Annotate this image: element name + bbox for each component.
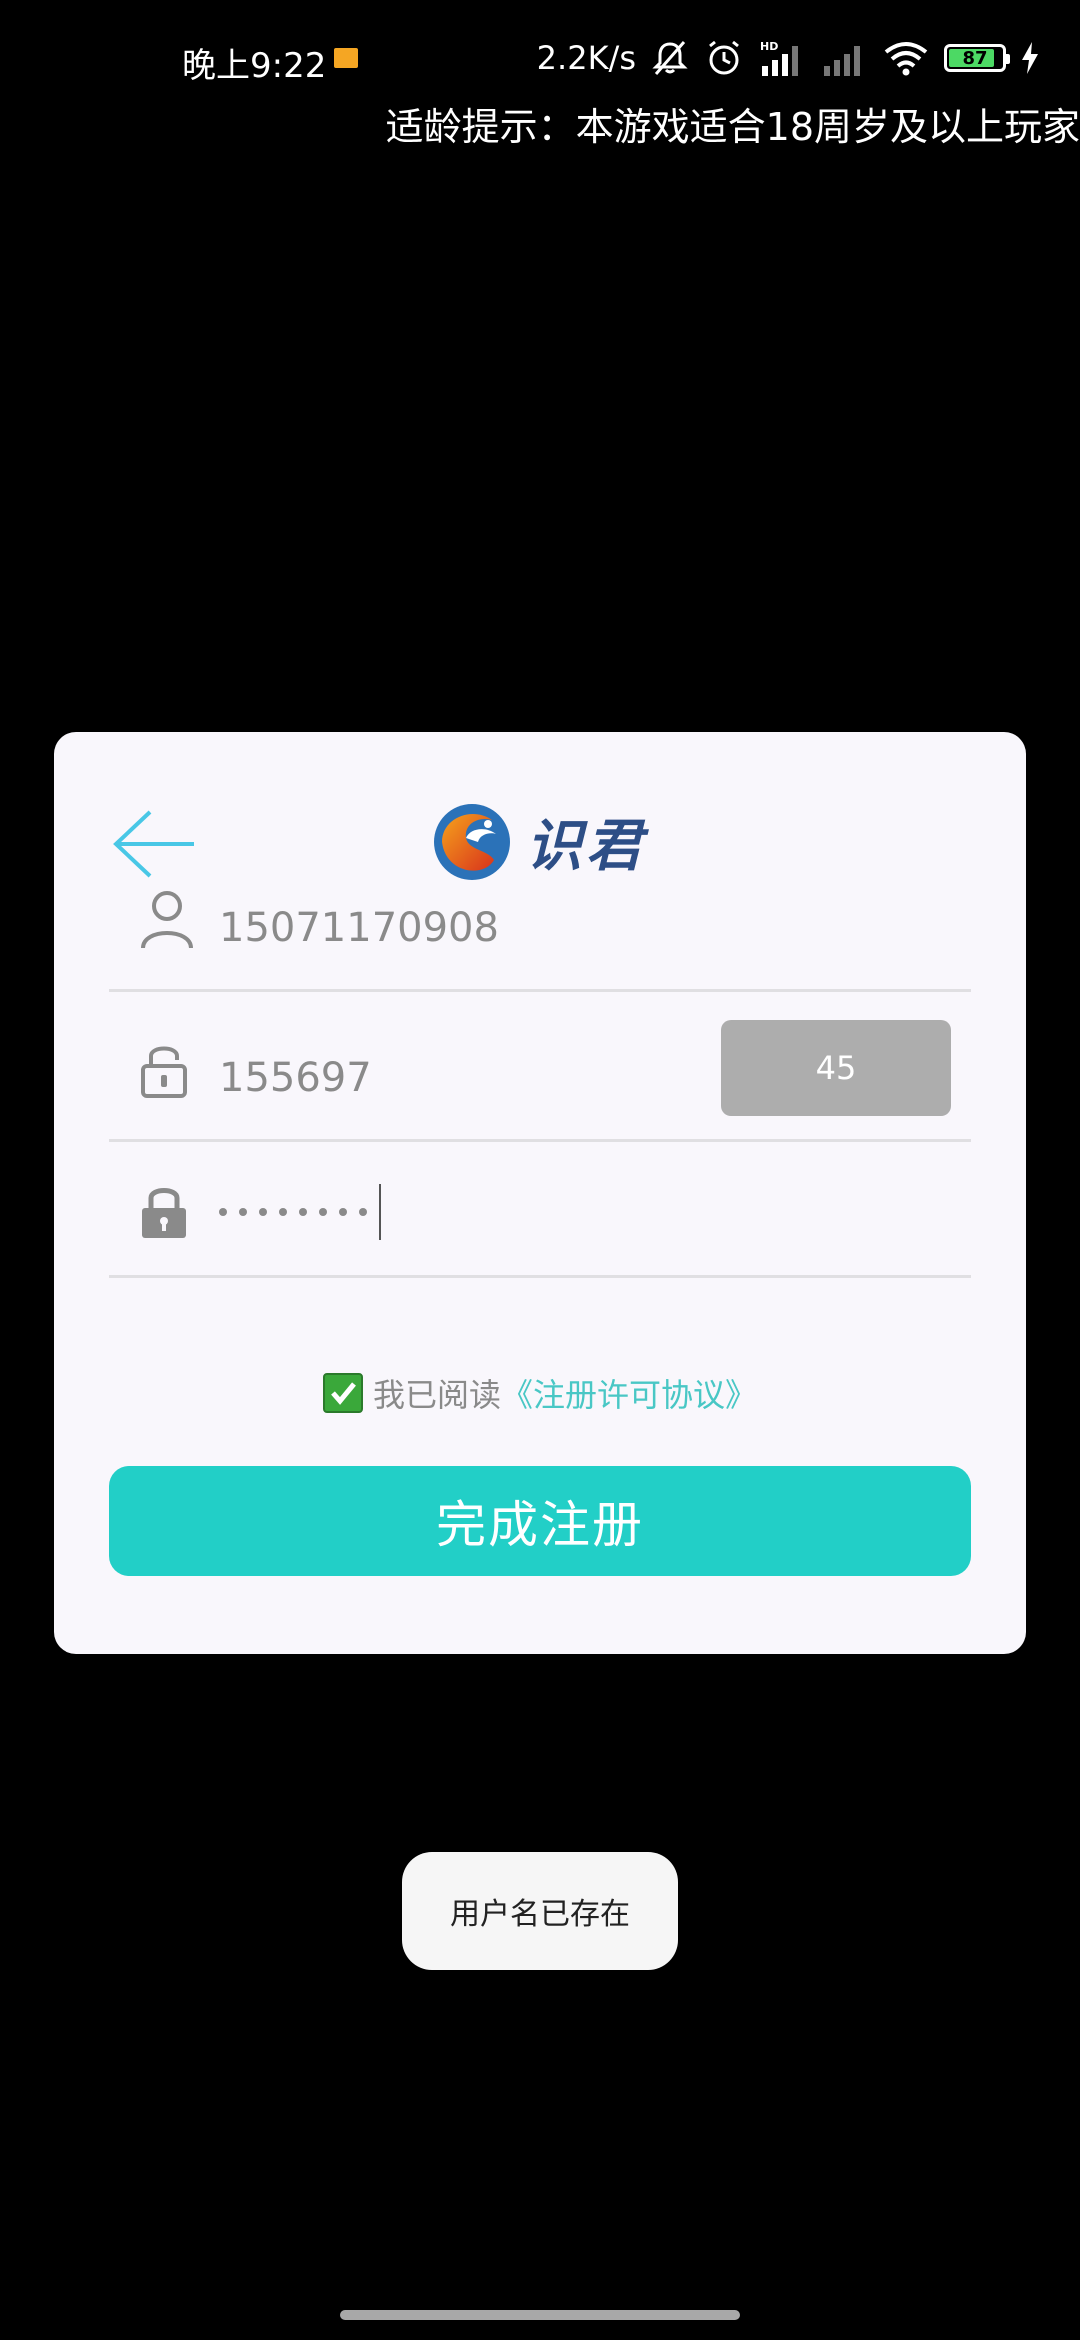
complete-register-button[interactable]: 完成注册	[109, 1466, 971, 1576]
register-dialog: 识君 45	[54, 732, 1026, 1654]
toast-message: 用户名已存在	[402, 1852, 678, 1970]
signal-icon: HD	[758, 38, 806, 78]
status-icons: 2.2K/s HD 87	[537, 34, 1040, 82]
username-row	[109, 852, 971, 992]
status-time: 晚上9:22	[182, 46, 327, 86]
charging-icon	[1020, 40, 1040, 76]
check-icon	[331, 1382, 356, 1405]
lock-open-icon	[139, 1042, 189, 1102]
agreement-link[interactable]: 《注册许可协议》	[501, 1370, 757, 1416]
notification-icon	[334, 48, 358, 68]
signal-weak-icon	[820, 38, 868, 78]
agreement-row: 我已阅读 《注册许可协议》	[54, 1370, 1026, 1416]
alarm-icon	[704, 38, 744, 78]
age-notice: 适龄提示：本游戏适合18周岁及以上玩家	[385, 105, 1080, 149]
status-bar: 晚上9:22 2.2K/s HD 87	[0, 0, 1080, 110]
password-row	[109, 1142, 971, 1278]
wifi-icon	[882, 38, 930, 78]
home-indicator[interactable]	[340, 2310, 740, 2320]
lock-icon	[139, 1184, 189, 1244]
verification-row: 45	[109, 992, 971, 1142]
mute-icon	[650, 38, 690, 78]
battery-icon: 87	[944, 44, 1010, 72]
battery-level: 87	[962, 48, 988, 69]
username-input[interactable]	[219, 898, 779, 958]
net-speed: 2.2K/s	[536, 39, 636, 77]
password-input[interactable]	[219, 1182, 779, 1242]
agreement-checkbox[interactable]	[322, 1373, 363, 1413]
svg-text:HD: HD	[760, 40, 778, 53]
user-icon	[139, 888, 195, 954]
verification-code-input[interactable]	[219, 1048, 549, 1108]
agreement-prefix: 我已阅读	[372, 1376, 501, 1414]
text-caret	[379, 1184, 381, 1240]
countdown-button[interactable]: 45	[721, 1020, 951, 1116]
